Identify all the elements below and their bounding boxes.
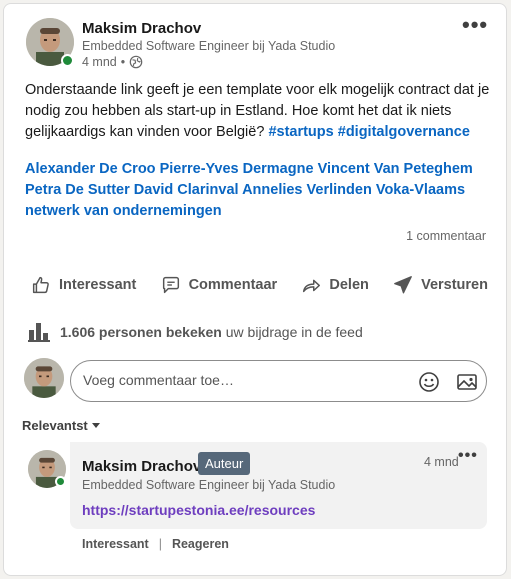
like-button[interactable]: Interessant bbox=[24, 266, 142, 304]
comment-more-button[interactable]: ••• bbox=[458, 447, 478, 465]
post-action-bar: Interessant Commentaar Delen Versturen bbox=[24, 266, 494, 304]
post-text: Onderstaande link geeft je een template … bbox=[25, 80, 495, 143]
hashtag-startups[interactable]: #startups bbox=[268, 124, 333, 140]
post-author-name[interactable]: Maksim Drachov bbox=[82, 20, 201, 37]
like-label: Interessant bbox=[59, 277, 137, 293]
mention-link[interactable]: David Clarinval bbox=[134, 182, 239, 198]
comment-button[interactable]: Commentaar bbox=[154, 266, 284, 304]
comment-count-link[interactable]: 1 commentaar bbox=[406, 229, 486, 243]
comment-link[interactable]: https://startupestonia.ee/resources bbox=[82, 502, 315, 518]
mention-link[interactable]: Annelies Verlinden bbox=[242, 182, 372, 198]
comment-actions: Interessant | Reageren bbox=[82, 537, 229, 551]
mention-link[interactable]: Alexander De Croo bbox=[25, 161, 156, 177]
mention-link[interactable]: Pierre-Yves Dermagne bbox=[160, 161, 314, 177]
impressions-count: 1.606 personen bekeken bbox=[60, 324, 222, 340]
comment-input[interactable] bbox=[83, 372, 403, 388]
sort-label: Relevantst bbox=[22, 418, 88, 433]
post-time: 4 mnd bbox=[82, 55, 117, 69]
post-card: Maksim Drachov Embedded Software Enginee… bbox=[3, 3, 507, 576]
post-mentions: Alexander De Croo Pierre-Yves Dermagne V… bbox=[25, 159, 495, 222]
author-badge: Auteur bbox=[198, 452, 251, 475]
comment-actions-divider: | bbox=[158, 537, 162, 551]
hashtag-digitalgovernance[interactable]: #digitalgovernance bbox=[338, 124, 470, 140]
impressions-suffix: uw bijdrage in de feed bbox=[225, 324, 363, 340]
thumbs-up-icon bbox=[32, 276, 49, 294]
caret-down-icon bbox=[91, 422, 100, 428]
online-status-dot bbox=[61, 54, 74, 67]
post-more-button[interactable]: ••• bbox=[462, 12, 488, 38]
avatar-photo-icon bbox=[24, 358, 64, 398]
comment-author-name[interactable]: Maksim Drachov bbox=[82, 458, 201, 475]
emoji-icon[interactable] bbox=[417, 370, 441, 394]
send-icon bbox=[394, 276, 412, 294]
post-author-headline: Embedded Software Engineer bij Yada Stud… bbox=[82, 39, 336, 53]
post-meta: 4 mnd • bbox=[82, 55, 143, 69]
send-label: Versturen bbox=[421, 277, 488, 293]
comment-input-box bbox=[70, 360, 487, 402]
globe-icon bbox=[129, 55, 143, 69]
current-user-avatar bbox=[24, 358, 64, 398]
impressions-row[interactable]: 1.606 personen bekeken uw bijdrage in de… bbox=[28, 322, 363, 342]
comment-label: Commentaar bbox=[188, 277, 278, 293]
share-button[interactable]: Delen bbox=[294, 266, 375, 304]
mention-link[interactable]: Vincent Van Peteghem bbox=[318, 161, 473, 177]
share-arrow-icon bbox=[303, 279, 321, 293]
commenter-online-dot bbox=[55, 476, 66, 487]
comment-time: 4 mnd bbox=[424, 455, 459, 469]
meta-separator: • bbox=[120, 55, 126, 69]
comment-bubble: Maksim Drachov Auteur Embedded Software … bbox=[70, 442, 487, 529]
comment-reply-button[interactable]: Reageren bbox=[172, 537, 229, 551]
image-icon[interactable] bbox=[455, 370, 479, 394]
mention-link[interactable]: Petra De Sutter bbox=[25, 182, 130, 198]
comment-author-headline: Embedded Software Engineer bij Yada Stud… bbox=[82, 478, 336, 492]
send-button[interactable]: Versturen bbox=[386, 266, 494, 304]
analytics-bars-icon bbox=[28, 323, 50, 342]
comment-like-button[interactable]: Interessant bbox=[82, 537, 149, 551]
comment-sort-dropdown[interactable]: Relevantst bbox=[22, 418, 101, 433]
share-label: Delen bbox=[329, 277, 369, 293]
comment-icon bbox=[162, 276, 179, 294]
